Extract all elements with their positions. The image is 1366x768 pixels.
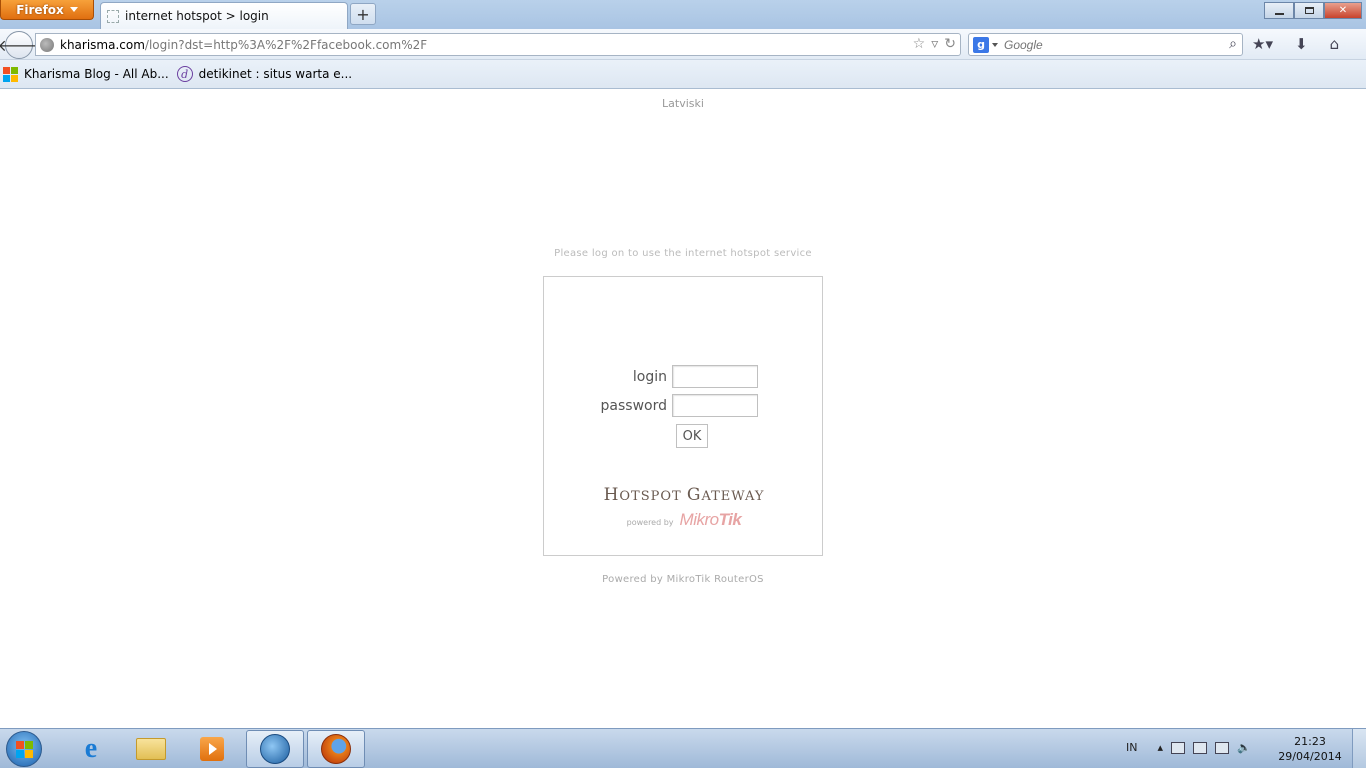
taskbar-file-explorer[interactable] — [122, 730, 180, 768]
search-input[interactable] — [1004, 37, 1214, 52]
engine-dropdown-icon[interactable] — [992, 42, 998, 47]
detik-icon: d — [176, 66, 193, 82]
back-button[interactable]: 🡐 — [0, 31, 40, 59]
action-center-icon[interactable] — [1171, 741, 1186, 754]
windows-taskbar: e IN ▴ 🔈 21:23 29/04/2014 — [0, 728, 1366, 768]
reload-icon[interactable]: ↻ — [944, 36, 956, 52]
home-icon[interactable]: ⌂ — [1330, 35, 1340, 53]
taskbar-firefox[interactable] — [307, 730, 365, 768]
restore-icon — [1304, 7, 1314, 14]
bookmark-label: detikinet : situs warta e... — [198, 67, 353, 81]
login-label: login — [632, 368, 667, 385]
login-input[interactable] — [672, 365, 758, 388]
password-input[interactable] — [672, 394, 758, 417]
system-clock[interactable]: 21:23 29/04/2014 — [1270, 734, 1350, 764]
app-icon — [260, 734, 290, 764]
system-tray: IN ▴ 🔈 — [1126, 741, 1251, 754]
bookmarks-toolbar: Kharisma Blog - All Ab... d detikinet : … — [0, 60, 1366, 89]
taskbar-media-player[interactable] — [183, 730, 241, 768]
network-icon[interactable] — [1193, 741, 1208, 754]
media-player-icon — [200, 737, 224, 761]
brand-rest-2: ATEWAY — [701, 489, 765, 504]
address-bar-actions: ☆ ▿ ↻ — [913, 36, 956, 52]
history-dropdown-icon[interactable]: ▿ — [931, 36, 938, 52]
url-path: /login?dst=http%3A%2F%2Ffacebook.com%2F — [144, 37, 428, 52]
internet-explorer-icon: e — [84, 733, 98, 764]
login-row: login — [544, 365, 824, 388]
close-icon: ✕ — [1338, 5, 1348, 16]
password-row: password — [544, 394, 824, 417]
search-bar[interactable]: g ⌕ — [968, 33, 1243, 56]
bookmark-label: Kharisma Blog - All Ab... — [24, 67, 169, 81]
language-indicator[interactable]: IN — [1126, 741, 1137, 754]
start-button[interactable] — [6, 731, 42, 767]
clock-time: 21:23 — [1294, 735, 1326, 748]
login-hint: Please log on to use the internet hotspo… — [554, 248, 812, 259]
search-icon[interactable]: ⌕ — [1229, 36, 1237, 52]
show-hidden-icons-icon[interactable]: ▴ — [1157, 741, 1163, 754]
volume-icon[interactable]: 🔈 — [1237, 741, 1251, 754]
google-engine-icon[interactable]: g — [973, 36, 989, 53]
brand-initial: H — [603, 485, 620, 505]
bookmark-kharisma-blog[interactable]: Kharisma Blog - All Ab... — [3, 66, 169, 82]
plus-icon: + — [356, 4, 370, 24]
site-identity-icon[interactable] — [40, 37, 54, 52]
minimize-button[interactable] — [1264, 2, 1294, 19]
file-explorer-icon — [136, 738, 166, 760]
tab-internet-hotspot[interactable]: internet hotspot > login — [100, 2, 348, 29]
clock-date: 29/04/2014 — [1278, 750, 1342, 763]
firefox-menu-button[interactable]: Firefox — [0, 0, 94, 20]
toolbar-buttons: ★▾ ⬇ ⌂ — [1252, 35, 1339, 53]
firefox-menu-label: Firefox — [16, 2, 64, 17]
hotspot-gateway-logo: HOTSPOT GATEWAY — [544, 485, 824, 505]
address-bar[interactable]: kharisma.com /login?dst=http%3A%2F%2Ffac… — [35, 33, 961, 56]
footer-text: Powered by MikroTik RouterOS — [602, 574, 764, 585]
downloads-icon[interactable]: ⬇ — [1295, 35, 1308, 53]
bookmark-detikinet[interactable]: d detikinet : situs warta e... — [176, 66, 353, 82]
firefox-icon — [321, 734, 351, 764]
brand-rest-1: OTSPOT — [619, 489, 687, 504]
ok-button[interactable]: OK — [676, 424, 708, 448]
language-link[interactable]: Latviski — [0, 97, 1366, 110]
show-desktop-button[interactable] — [1352, 729, 1366, 768]
navigation-toolbar: 🡐 kharisma.com /login?dst=http%3A%2F%2Ff… — [0, 29, 1366, 60]
password-label: password — [600, 397, 667, 414]
power-icon[interactable] — [1215, 741, 1230, 754]
url-domain: kharisma.com — [60, 37, 145, 52]
dropdown-arrow-icon — [69, 7, 78, 12]
page-favicon-icon — [107, 9, 119, 23]
windows-icon — [3, 66, 18, 82]
tab-title: internet hotspot > login — [125, 9, 269, 23]
taskbar-internet-explorer[interactable]: e — [62, 730, 120, 768]
bookmark-star-icon[interactable]: ☆ — [913, 36, 926, 52]
brand-initial-2: G — [686, 485, 702, 505]
minimize-icon — [1274, 12, 1284, 15]
window-controls: ✕ — [1264, 2, 1362, 19]
restore-button[interactable] — [1294, 2, 1324, 19]
taskbar-app[interactable] — [246, 730, 304, 768]
mikrotik-logo: powered by MikroTik — [544, 510, 824, 530]
new-tab-button[interactable]: + — [350, 3, 376, 25]
login-form: login password OK HOTSPOT GATEWAY powere… — [543, 276, 823, 556]
mikrotik-wordmark: MikroTik — [679, 510, 742, 529]
powered-by-small: powered by — [626, 518, 674, 527]
bookmarks-menu-icon[interactable]: ★▾ — [1252, 35, 1273, 53]
close-window-button[interactable]: ✕ — [1324, 2, 1362, 19]
browser-titlebar: Firefox internet hotspot > login + ✕ — [0, 0, 1366, 29]
